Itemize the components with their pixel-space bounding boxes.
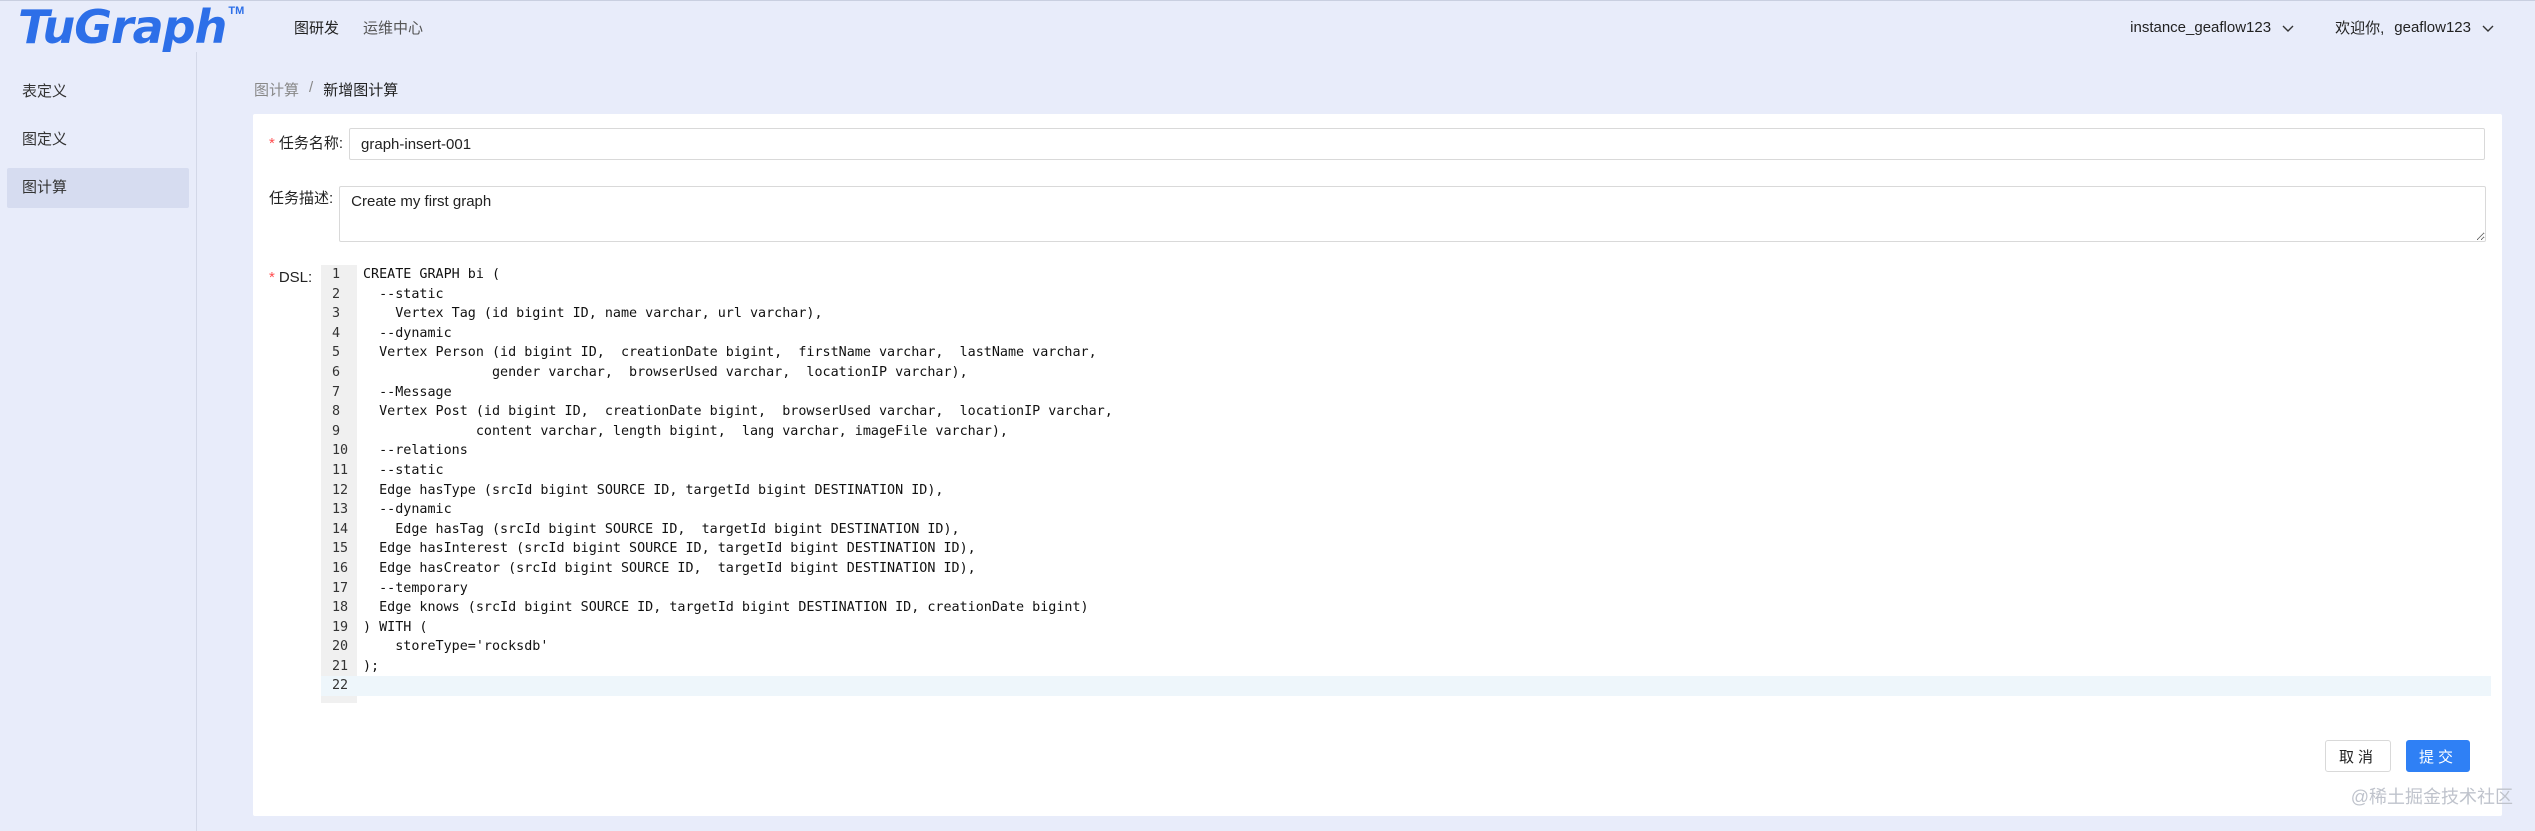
code-line[interactable]: --static xyxy=(357,285,2491,305)
breadcrumb-current: 新增图计算 xyxy=(323,82,399,99)
task-name-input[interactable] xyxy=(349,128,2486,160)
line-number: 18 xyxy=(332,600,349,616)
line-number: 9 xyxy=(332,423,341,439)
chevron-down-icon xyxy=(2482,25,2494,32)
line-number: 1 xyxy=(332,267,341,282)
line-number: 21 xyxy=(332,658,349,674)
top-right-menu: instance_geaflow123 欢迎你, geaflow123 xyxy=(2130,17,2495,38)
code-line[interactable]: --Message xyxy=(357,383,2491,403)
task-name-row: * 任务名称: xyxy=(269,128,2486,160)
sidebar-item-graph-def[interactable]: 图定义 xyxy=(7,120,189,160)
dsl-code-editor[interactable]: 1 2 3 4 5 6 7 8 9 10 11 12 13 14 15 16 17 18 19 20 21 22 CREA… xyxy=(321,265,2491,703)
line-number: 16 xyxy=(332,560,349,576)
watermark: @稀土掘金技术社区 xyxy=(2350,787,2513,807)
line-number: 15 xyxy=(332,541,349,557)
line-number: 10 xyxy=(332,443,349,459)
dsl-label: * DSL: xyxy=(269,269,313,286)
code-line[interactable]: Vertex Tag (id bigint ID, name varchar, … xyxy=(357,304,2491,324)
code-line[interactable]: ); xyxy=(357,657,2491,677)
code-line[interactable]: Edge hasInterest (srcId bigint SOURCE ID… xyxy=(357,539,2491,559)
code-line[interactable]: Vertex Post (id bigint ID, creationDate … xyxy=(357,402,2491,422)
cancel-button[interactable]: 取消 xyxy=(2325,740,2391,772)
username: geaflow123 xyxy=(2394,19,2471,36)
line-number: 5 xyxy=(332,345,341,361)
task-desc-textarea[interactable]: Create my first graph xyxy=(339,186,2487,242)
code-line[interactable]: Edge hasCreator (srcId bigint SOURCE ID,… xyxy=(357,559,2491,579)
line-number: 4 xyxy=(332,325,341,341)
code-line[interactable]: ) WITH ( xyxy=(357,618,2491,638)
code-line[interactable]: gender varchar, browserUsed varchar, loc… xyxy=(357,363,2491,383)
task-desc-row: 任务描述: Create my first graph xyxy=(269,186,2487,242)
line-number: 22 xyxy=(321,676,357,697)
form-card: *任务名称: 任务描述: Create my first graph *DSL:… xyxy=(253,114,2502,816)
line-number: 14 xyxy=(332,521,349,537)
code-area[interactable]: CREATE GRAPH bi ( --static Vertex Tag (i… xyxy=(357,265,2491,703)
logo-text: TuGraph xyxy=(18,0,227,54)
line-number: 8 xyxy=(332,404,341,420)
code-line[interactable]: Edge hasTag (srcId bigint SOURCE ID, tar… xyxy=(357,520,2491,540)
code-line[interactable]: --relations xyxy=(357,441,2491,461)
code-line[interactable]: --dynamic xyxy=(357,500,2491,520)
breadcrumb-separator: / xyxy=(309,79,314,96)
line-number: 7 xyxy=(332,384,341,400)
line-number: 12 xyxy=(332,482,349,498)
line-number: 11 xyxy=(332,462,349,478)
code-line[interactable]: Edge knows (srcId bigint SOURCE ID, targ… xyxy=(357,598,2491,618)
line-number: 19 xyxy=(332,619,349,635)
instance-name: instance_geaflow123 xyxy=(2130,19,2272,36)
nav-ops-center[interactable]: 运维中心 xyxy=(363,17,423,38)
top-nav: 图研发 运维中心 xyxy=(294,17,423,38)
sidebar-item-table-def[interactable]: 表定义 xyxy=(7,72,189,112)
sidebar-item-graph-compute[interactable]: 图计算 xyxy=(7,168,189,208)
breadcrumb: 图计算 / 新增图计算 xyxy=(254,79,398,100)
tugraph-logo[interactable]: TuGraph TM xyxy=(18,1,244,53)
logo-trademark: TM xyxy=(228,5,245,17)
welcome-text: 欢迎你, xyxy=(2335,20,2385,37)
code-line[interactable]: --dynamic xyxy=(357,324,2491,344)
line-number: 6 xyxy=(332,364,341,380)
line-number: 20 xyxy=(332,639,349,655)
code-line[interactable]: storeType='rocksdb' xyxy=(357,637,2491,657)
top-bar: TuGraph TM 图研发 运维中心 instance_geaflow123 … xyxy=(0,0,2535,53)
line-number: 17 xyxy=(332,580,349,596)
code-line[interactable] xyxy=(357,676,2491,697)
instance-selector[interactable]: instance_geaflow123 xyxy=(2130,17,2295,38)
nav-graph-dev[interactable]: 图研发 xyxy=(294,17,339,38)
code-line[interactable]: --temporary xyxy=(357,579,2491,599)
line-number: 13 xyxy=(332,502,349,518)
breadcrumb-parent[interactable]: 图计算 xyxy=(254,79,299,100)
submit-button[interactable]: 提交 xyxy=(2406,740,2470,772)
code-line[interactable]: CREATE GRAPH bi ( xyxy=(357,265,2491,285)
line-number: 2 xyxy=(332,286,341,302)
sidebar: 表定义 图定义 图计算 xyxy=(0,52,197,831)
dsl-label-row: * DSL: xyxy=(269,269,312,286)
code-line[interactable]: --static xyxy=(357,461,2491,481)
line-number: 3 xyxy=(332,306,341,322)
task-name-label: * 任务名称: xyxy=(269,135,344,152)
user-menu[interactable]: 欢迎你, geaflow123 xyxy=(2335,17,2495,38)
code-line[interactable]: content varchar, length bigint, lang var… xyxy=(357,422,2491,442)
line-number-gutter: 1 2 3 4 5 6 7 8 9 10 11 12 13 14 15 16 17 18 19 20 21 22 xyxy=(321,265,357,703)
code-line[interactable]: Edge hasType (srcId bigint SOURCE ID, ta… xyxy=(357,481,2491,501)
chevron-down-icon xyxy=(2282,25,2294,32)
code-line[interactable]: Vertex Person (id bigint ID, creationDat… xyxy=(357,343,2491,363)
task-desc-label: 任务描述: xyxy=(269,190,334,207)
